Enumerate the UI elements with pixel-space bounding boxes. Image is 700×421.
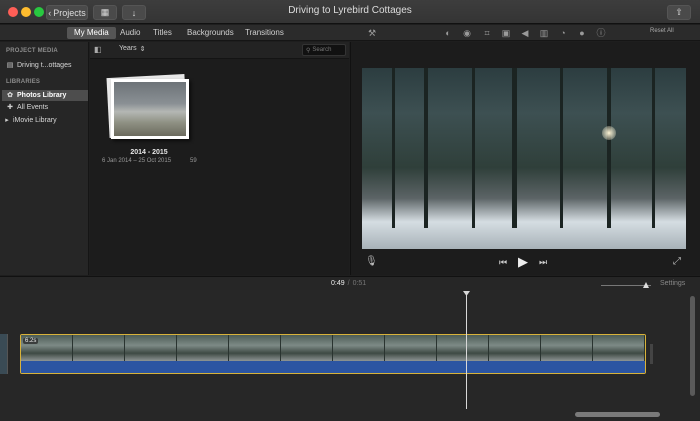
skip-back-icon[interactable]: ⏮︎ bbox=[499, 257, 507, 268]
album-thumbnail[interactable] bbox=[111, 79, 189, 139]
tab-transitions[interactable]: Transitions bbox=[238, 27, 291, 39]
sidebar-item-label: Photos Library bbox=[17, 92, 67, 99]
total-time: 0:51 bbox=[352, 280, 367, 287]
album-dates: 6 Jan 2014 – 25 Oct 2015 bbox=[102, 158, 172, 164]
tab-backgrounds[interactable]: Backgrounds bbox=[180, 27, 241, 39]
project-media-header: PROJECT MEDIA bbox=[6, 48, 58, 54]
sidebar-item-project[interactable]: ▤ Driving t...ottages bbox=[2, 60, 88, 71]
clip-duration-badge: 6.2s bbox=[23, 338, 39, 344]
skip-forward-icon[interactable]: ⏭︎ bbox=[539, 257, 547, 268]
volume-icon[interactable]: ◀ bbox=[519, 27, 531, 39]
magic-wand-icon[interactable]: ⚒ bbox=[366, 27, 378, 39]
close-window-button[interactable] bbox=[8, 7, 18, 17]
tree-trunk bbox=[392, 68, 395, 228]
fullscreen-icon[interactable]: ⤢ bbox=[673, 256, 681, 267]
share-icon: ⇧ bbox=[675, 7, 683, 17]
download-icon: ↓ bbox=[131, 7, 137, 18]
clapper-icon: ▤ bbox=[6, 61, 14, 69]
microphone-icon[interactable]: 🎙︎ bbox=[365, 256, 378, 267]
tab-audio[interactable]: Audio bbox=[113, 27, 147, 39]
sidebar-toggle-icon[interactable]: ◧ bbox=[94, 45, 102, 54]
film-strip-icon: ▦ bbox=[100, 7, 110, 17]
clip-end-handle[interactable] bbox=[650, 344, 653, 364]
media-toggle-button[interactable]: ▦ bbox=[93, 5, 117, 20]
clip-filter-icon[interactable]: ● bbox=[576, 27, 588, 39]
star-icon: ✚ bbox=[7, 103, 13, 111]
tree-trunk bbox=[424, 68, 428, 228]
minimize-window-button[interactable] bbox=[21, 7, 31, 17]
tree-trunk bbox=[607, 68, 611, 228]
info-icon[interactable]: ⓘ bbox=[595, 27, 607, 39]
color-balance-icon[interactable]: ◐ bbox=[442, 27, 454, 39]
playhead[interactable] bbox=[466, 291, 467, 409]
search-icon: ⚲ bbox=[306, 47, 311, 54]
current-time: 0:49 bbox=[331, 280, 345, 287]
sidebar-item-photos-library[interactable]: ✿ Photos Library bbox=[2, 90, 88, 101]
speed-icon[interactable]: ◔ bbox=[557, 27, 569, 39]
sidebar bbox=[0, 42, 89, 275]
clip-thumbnails bbox=[21, 335, 645, 361]
timecode: 0:49 / 0:51 bbox=[331, 280, 366, 287]
previous-clip[interactable] bbox=[0, 334, 8, 374]
reset-all-button[interactable]: Reset All bbox=[650, 28, 674, 34]
crop-icon[interactable]: ⌗ bbox=[481, 27, 493, 39]
settings-button[interactable]: Settings bbox=[660, 280, 685, 287]
album-image bbox=[114, 82, 186, 136]
chevron-updown-icon: ⇕ bbox=[139, 46, 146, 53]
sidebar-item-all-events[interactable]: ✚ All Events bbox=[2, 102, 88, 113]
share-button[interactable]: ⇧ bbox=[667, 5, 691, 20]
sidebar-item-label: Driving t...ottages bbox=[17, 62, 72, 69]
noise-reduction-icon[interactable]: ▥ bbox=[538, 27, 550, 39]
chevron-left-icon: ‹ bbox=[48, 7, 52, 18]
group-by-select[interactable]: Years ⇕ bbox=[119, 45, 146, 53]
tree-trunk bbox=[652, 68, 655, 228]
sidebar-item-label: All Events bbox=[17, 104, 49, 111]
video-preview bbox=[362, 68, 686, 249]
search-placeholder: Search bbox=[312, 47, 332, 53]
horizontal-scrollbar[interactable] bbox=[575, 412, 660, 417]
sidebar-item-label: iMovie Library bbox=[13, 117, 57, 124]
import-button[interactable]: ↓ bbox=[122, 5, 146, 20]
stabilization-icon[interactable]: ▣ bbox=[500, 27, 512, 39]
search-field[interactable]: ⚲ Search bbox=[302, 44, 346, 56]
album-title: 2014 - 2015 bbox=[130, 149, 168, 156]
tree-trunk bbox=[512, 68, 517, 228]
photos-icon: ✿ bbox=[7, 91, 13, 99]
play-button[interactable]: ▶ bbox=[518, 254, 528, 270]
tree-trunk bbox=[560, 68, 563, 228]
sun-glare bbox=[602, 126, 616, 140]
sidebar-item-imovie-library[interactable]: ▸ iMovie Library bbox=[2, 115, 88, 126]
projects-button[interactable]: ‹ Projects bbox=[46, 5, 88, 20]
tree-trunk bbox=[472, 68, 475, 228]
group-by-label: Years bbox=[119, 45, 137, 52]
color-correction-icon[interactable]: ◉ bbox=[461, 27, 473, 39]
zoom-window-button[interactable] bbox=[34, 7, 44, 17]
libraries-header: LIBRARIES bbox=[6, 79, 41, 85]
projects-label: Projects bbox=[53, 7, 86, 18]
disclosure-triangle-icon[interactable]: ▸ bbox=[4, 117, 10, 125]
tab-titles[interactable]: Titles bbox=[146, 27, 179, 39]
album-count: 59 bbox=[190, 158, 197, 164]
video-clip[interactable] bbox=[20, 334, 646, 374]
vertical-scrollbar[interactable] bbox=[690, 296, 695, 396]
tab-my-media[interactable]: My Media bbox=[67, 27, 116, 39]
window-title: Driving to Lyrebird Cottages bbox=[288, 5, 412, 16]
zoom-slider-track[interactable] bbox=[601, 285, 651, 286]
time-separator: / bbox=[347, 280, 350, 287]
audio-waveform bbox=[21, 361, 645, 373]
